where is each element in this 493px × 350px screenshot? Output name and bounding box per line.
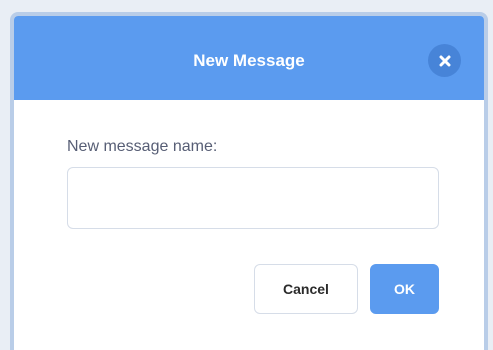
cancel-button[interactable]: Cancel: [254, 264, 358, 314]
ok-button[interactable]: OK: [370, 264, 439, 314]
close-button[interactable]: [428, 44, 461, 77]
message-name-label: New message name:: [67, 138, 218, 155]
message-name-input[interactable]: [67, 167, 439, 229]
dialog-body: New message name: Cancel OK: [14, 100, 484, 350]
close-icon: [439, 55, 450, 66]
new-message-dialog: New Message New message name: Cancel OK: [10, 12, 488, 350]
dialog-title: New Message: [193, 51, 305, 70]
dialog-header: New Message: [14, 16, 484, 100]
